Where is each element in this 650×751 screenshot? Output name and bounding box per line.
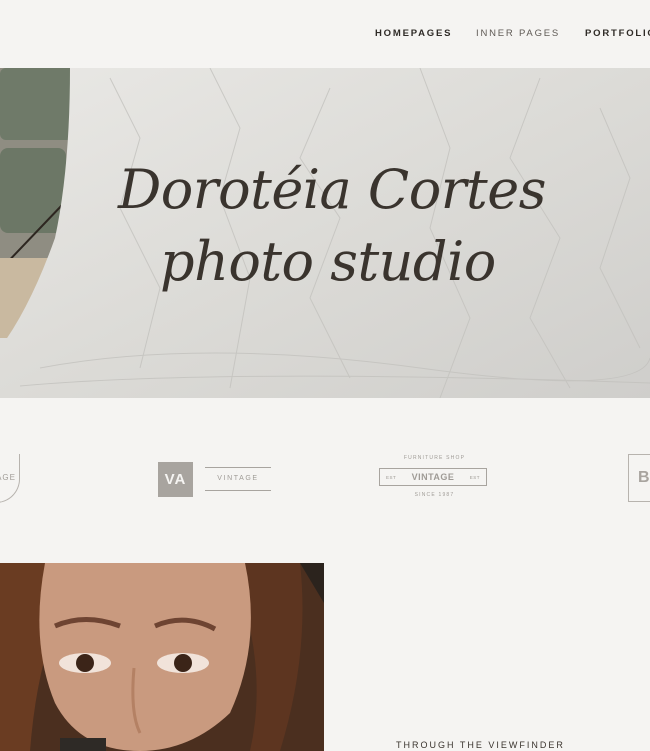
client-logos-strip: AGE VA VINTAGE FURNITURE SHOP EST VINTAG… [0,398,650,563]
hero-title-line-2: photo studio [160,230,496,293]
client-logo-furniture-shop[interactable]: FURNITURE SHOP EST VINTAGE EST SINCE 198… [377,455,492,505]
logo-text: AGE [0,473,16,482]
nav-homepages[interactable]: HOMEPAGES [375,28,452,39]
logo-letter: B [638,469,650,486]
section-caption: THROUGH THE VIEWFINDER [396,740,565,750]
logo-word: VINTAGE [217,475,259,482]
nav-inner-pages[interactable]: INNER PAGES [476,28,560,39]
logo-divider [205,467,271,468]
top-navigation: HOMEPAGES INNER PAGES PORTFOLIO [0,0,650,68]
logo-bottom-text: SINCE 1987 [414,492,455,498]
logo-top-text: FURNITURE SHOP [403,455,466,461]
hero-banner: Dorotéia Cortes photo studio [0,68,650,398]
nav-portfolio[interactable]: PORTFOLIO [585,28,650,39]
client-logo-b[interactable]: B [628,454,650,504]
client-logo-shield[interactable]: AGE [0,452,20,504]
logo-divider [205,490,271,491]
logo-est-left: EST [386,474,397,480]
portrait-image [0,563,324,751]
client-logo-va-vintage[interactable]: VA VINTAGE [158,462,273,497]
logo-banner: EST VINTAGE EST [379,468,487,486]
logo-word: VINTAGE [411,472,455,482]
woman-portrait-illustration [0,563,324,751]
logo-est-right: EST [469,474,480,480]
logo-monogram: VA [158,462,193,497]
hero-title-line-1: Dorotéia Cortes [118,158,546,221]
